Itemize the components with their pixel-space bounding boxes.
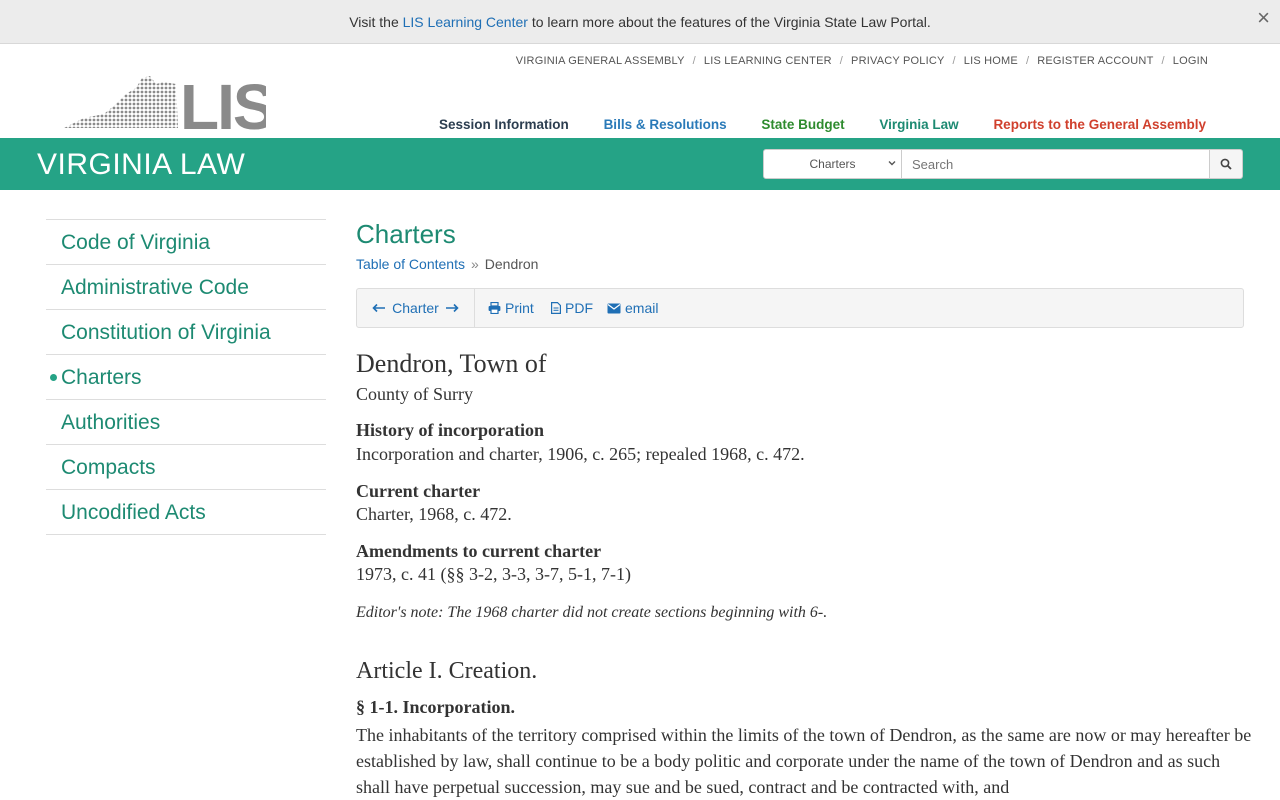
charter-label: Charter <box>392 300 439 316</box>
announcement-banner: Visit the LIS Learning Center to learn m… <box>0 0 1280 44</box>
editors-note: Editor's note: The 1968 charter did not … <box>356 604 828 621</box>
sidebar-item-label: Compacts <box>61 456 156 479</box>
util-nav-separator: / <box>692 55 696 67</box>
svg-text:LIS: LIS <box>180 74 266 132</box>
amendments-heading: Amendments to current charter <box>356 541 602 561</box>
breadcrumb-current: Dendron <box>484 256 539 272</box>
history-text: Incorporation and charter, 1906, c. 265;… <box>356 444 805 464</box>
util-nav-register-account[interactable]: REGISTER ACCOUNT <box>1037 55 1153 67</box>
print-button[interactable]: Print <box>488 289 534 327</box>
util-nav-login[interactable]: LOGIN <box>1173 55 1208 67</box>
breadcrumb-table-of-contents[interactable]: Table of Contents <box>356 256 465 272</box>
virginia-dotmap-logo-icon: LIS <box>64 71 276 143</box>
current-charter-text: Charter, 1968, c. 472. <box>356 504 512 524</box>
sidebar-item-label: Charters <box>61 366 142 389</box>
section-title[interactable]: VIRGINIA LAW <box>37 148 245 182</box>
active-indicator-icon <box>50 374 57 381</box>
search-button[interactable] <box>1210 149 1243 179</box>
sidebar-item-label: Authorities <box>61 411 161 434</box>
banner-suffix: to learn more about the features of the … <box>531 14 931 30</box>
lis-learning-center-link[interactable]: LIS Learning Center <box>403 14 528 30</box>
util-nav-separator: / <box>1025 55 1030 67</box>
sidebar-item-label: Constitution of Virginia <box>61 321 271 344</box>
sidebar-item-authorities[interactable]: Authorities <box>46 400 326 445</box>
util-nav-separator: / <box>839 55 844 67</box>
search-scope-value: Charters <box>809 157 856 171</box>
charter-nav-group: Charter <box>357 289 475 327</box>
document-toolbar: Charter Print PDF email <box>356 288 1244 328</box>
search-input[interactable] <box>902 149 1210 179</box>
document-title: Dendron, Town of <box>356 349 547 378</box>
pdf-label: PDF <box>565 300 593 316</box>
arrow-left-icon[interactable] <box>372 303 386 313</box>
nav-reports-general-assembly[interactable]: Reports to the General Assembly <box>993 117 1206 132</box>
util-nav-separator: / <box>952 55 956 67</box>
print-icon <box>488 302 501 314</box>
amendments-text: 1973, c. 41 (§§ 3-2, 3-3, 3-7, 5-1, 7-1) <box>356 564 631 584</box>
sidebar-item-label: Uncodified Acts <box>61 501 206 524</box>
sidebar-item-administrative-code[interactable]: Administrative Code <box>46 265 326 310</box>
search-scope-select[interactable]: Charters <box>763 149 902 179</box>
sidebar-item-uncodified-acts[interactable]: Uncodified Acts <box>46 490 326 535</box>
nav-bills-resolutions[interactable]: Bills & Resolutions <box>604 117 727 132</box>
pdf-button[interactable]: PDF <box>551 289 593 327</box>
sidebar-item-label: Administrative Code <box>61 276 249 299</box>
breadcrumb: Table of Contents » Dendron <box>356 256 538 272</box>
util-nav-privacy-policy[interactable]: PRIVACY POLICY <box>851 55 944 67</box>
section-heading: § 1-1. Incorporation. <box>356 697 515 717</box>
sidebar-item-charters[interactable]: Charters <box>46 355 326 400</box>
email-label: email <box>625 300 659 316</box>
section-header-bar: VIRGINIA LAW Charters <box>0 138 1280 190</box>
print-label: Print <box>505 300 534 316</box>
search-form: Charters <box>763 149 1243 179</box>
article-heading: Article I. Creation. <box>356 658 538 684</box>
chevron-down-icon <box>888 161 896 166</box>
page-title: Charters <box>356 219 456 249</box>
sidebar-item-label: Code of Virginia <box>61 231 211 254</box>
section-body-text: The inhabitants of the territory compris… <box>356 725 1252 797</box>
util-nav-separator: / <box>1161 55 1165 67</box>
breadcrumb-separator: » <box>470 256 479 272</box>
email-button[interactable]: email <box>607 289 658 327</box>
util-nav-learning-center[interactable]: LIS LEARNING CENTER <box>704 55 832 67</box>
nav-session-information[interactable]: Session Information <box>439 117 569 132</box>
sidebar-item-code-of-virginia[interactable]: Code of Virginia <box>46 220 326 265</box>
search-icon <box>1220 158 1232 170</box>
envelope-icon <box>607 303 621 313</box>
sidebar-nav: Code of Virginia Administrative Code Con… <box>46 219 326 535</box>
util-nav-general-assembly[interactable]: VIRGINIA GENERAL ASSEMBLY <box>516 55 685 67</box>
main-nav: Session Information Bills & Resolutions … <box>408 117 1206 132</box>
banner-prefix: Visit the <box>349 14 399 30</box>
nav-virginia-law[interactable]: Virginia Law <box>879 117 958 132</box>
utility-nav: VIRGINIA GENERAL ASSEMBLY / LIS LEARNING C… <box>516 55 1208 67</box>
lis-logo[interactable]: LIS <box>64 71 276 143</box>
document-subtitle: County of Surry <box>356 384 473 404</box>
history-heading: History of incorporation <box>356 420 544 440</box>
arrow-right-icon[interactable] <box>445 303 459 313</box>
close-icon[interactable]: × <box>1257 0 1270 36</box>
current-charter-heading: Current charter <box>356 481 481 501</box>
pdf-file-icon <box>551 302 561 314</box>
sidebar-item-constitution[interactable]: Constitution of Virginia <box>46 310 326 355</box>
sidebar-item-compacts[interactable]: Compacts <box>46 445 326 490</box>
util-nav-lis-home[interactable]: LIS HOME <box>964 55 1018 67</box>
nav-state-budget[interactable]: State Budget <box>761 117 844 132</box>
